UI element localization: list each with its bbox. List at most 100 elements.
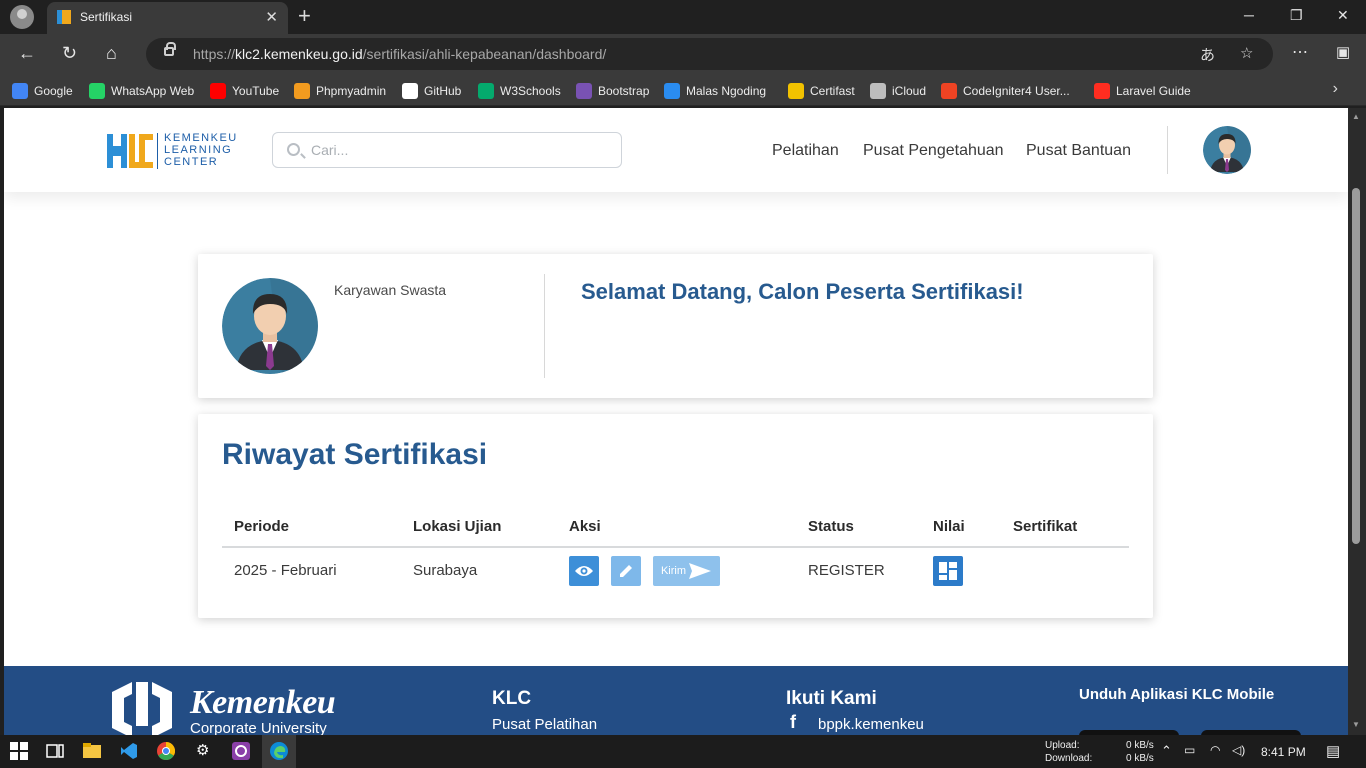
back-icon[interactable]: ←: [18, 42, 36, 64]
footer-app-title: Unduh Aplikasi KLC Mobile: [1079, 686, 1275, 703]
chevron-right-icon[interactable]: ›: [1333, 80, 1338, 98]
dashboard-icon: [939, 562, 957, 580]
site-header: KEMENKEU LEARNING CENTER Pelatihan Pusat…: [4, 108, 1348, 192]
scrollbar-thumb[interactable]: [1352, 188, 1360, 544]
footer-link-facebook[interactable]: bppk.kemenkeu: [818, 716, 924, 733]
footer-follow-title: Ikuti Kami: [786, 688, 877, 709]
bookmark-codeigniter[interactable]: CodeIgniter4 User...: [941, 82, 1070, 100]
klc-logo[interactable]: KEMENKEU LEARNING CENTER: [107, 130, 247, 172]
task-view-icon[interactable]: [46, 742, 64, 760]
bookmark-w3schools[interactable]: W3Schools: [478, 82, 561, 100]
bookmark-laravel[interactable]: Laravel Guide: [1094, 82, 1191, 100]
tray-chevron-up-icon[interactable]: ⌃: [1161, 743, 1172, 759]
klc-logo-icon: [107, 134, 153, 168]
scroll-down-icon[interactable]: ▼: [1352, 720, 1360, 729]
volume-icon[interactable]: ◁): [1232, 743, 1245, 757]
bookmark-google[interactable]: Google: [12, 82, 73, 100]
pencil-icon: [620, 565, 632, 577]
wifi-icon[interactable]: ◠: [1210, 743, 1220, 757]
address-bar[interactable]: https://klc2.kemenkeu.go.id/sertifikasi/…: [146, 38, 1273, 70]
bookmark-github[interactable]: GitHub: [402, 82, 461, 100]
new-tab-icon[interactable]: +: [298, 4, 311, 28]
favorite-star-icon[interactable]: ☆: [1240, 44, 1253, 62]
bookmark-label: WhatsApp Web: [111, 84, 195, 98]
close-tab-icon[interactable]: ✕: [265, 8, 278, 26]
taskbar-clock[interactable]: 8:41 PM: [1261, 745, 1306, 759]
sidebar-toggle-icon[interactable]: ▣: [1336, 42, 1350, 64]
upload-value: 0 kB/s: [1126, 740, 1154, 751]
minimize-icon[interactable]: ─: [1244, 7, 1254, 23]
column-status: Status: [808, 518, 854, 535]
footer-link-pusat-pelatihan[interactable]: Pusat Pelatihan: [492, 716, 597, 733]
whatsapp-icon: [89, 83, 105, 99]
search-input[interactable]: [311, 133, 611, 167]
edit-button[interactable]: [611, 556, 641, 586]
url-text[interactable]: https://klc2.kemenkeu.go.id/sertifikasi/…: [193, 46, 606, 62]
more-menu-icon[interactable]: ⋯: [1292, 42, 1308, 64]
tab-title: Sertifikasi: [80, 10, 133, 24]
user-avatar[interactable]: [1203, 126, 1251, 174]
notification-icon[interactable]: ▤: [1326, 742, 1340, 760]
profile-avatar: [222, 278, 318, 374]
welcome-heading: Selamat Datang, Calon Peserta Sertifikas…: [581, 279, 1024, 304]
settings-gear-icon[interactable]: ⚙: [196, 742, 214, 760]
github-icon: [402, 83, 418, 99]
file-explorer-icon[interactable]: [83, 742, 101, 760]
codeigniter-icon: [941, 83, 957, 99]
bookmark-malasngoding[interactable]: Malas Ngoding: [664, 82, 766, 100]
facebook-icon[interactable]: f: [790, 712, 796, 733]
kirim-button[interactable]: Kirim: [653, 556, 720, 586]
bookmark-phpmyadmin[interactable]: Phpmyadmin: [294, 82, 386, 100]
bookmark-label: YouTube: [232, 84, 280, 98]
logo-text: KEMENKEU LEARNING CENTER: [164, 132, 238, 168]
cell-lokasi: Surabaya: [413, 562, 478, 579]
lock-icon[interactable]: [164, 42, 176, 56]
nav-pusat-bantuan[interactable]: Pusat Bantuan: [1026, 142, 1131, 160]
chrome-icon[interactable]: [157, 742, 175, 760]
w3schools-icon: [478, 83, 494, 99]
windows-start-icon[interactable]: [10, 742, 28, 760]
footer-klc-title: KLC: [492, 688, 532, 709]
bookmark-certifast[interactable]: Certifast: [788, 82, 855, 100]
column-lokasi: Lokasi Ujian: [413, 518, 502, 535]
taskbar-active-edge[interactable]: [262, 735, 296, 768]
footer-brand: Kemenkeu: [190, 684, 336, 721]
scroll-up-icon[interactable]: ▲: [1352, 112, 1360, 121]
restore-icon[interactable]: ❐: [1290, 7, 1303, 24]
vscode-icon[interactable]: [120, 742, 138, 760]
laravel-icon: [1094, 83, 1110, 99]
table-header: Periode Lokasi Ujian Aksi Status Nilai S…: [222, 518, 1129, 548]
window-close-icon[interactable]: ✕: [1337, 7, 1349, 24]
kirim-label: Kirim: [660, 565, 687, 577]
nav-pelatihan[interactable]: Pelatihan: [772, 142, 839, 160]
kemenkeu-logo-icon: [112, 682, 172, 735]
search-box[interactable]: [272, 132, 622, 168]
nav-pusat-pengetahuan[interactable]: Pusat Pengetahuan: [863, 142, 1004, 160]
bookmark-bootstrap[interactable]: Bootstrap: [576, 82, 649, 100]
profile-card: Karyawan Swasta Selamat Datang, Calon Pe…: [198, 254, 1153, 398]
occupation-text: Karyawan Swasta: [334, 282, 447, 298]
column-periode: Periode: [234, 518, 290, 535]
upload-label: Upload:: [1045, 740, 1080, 751]
eye-icon: [575, 566, 593, 576]
page-scrollbar[interactable]: ▲ ▼: [1348, 108, 1366, 735]
footer-brand-sub: Corporate University: [190, 720, 327, 735]
search-icon: [287, 143, 300, 156]
battery-icon[interactable]: ▭: [1184, 743, 1195, 757]
view-button[interactable]: [569, 556, 599, 586]
bookmark-label: iCloud: [892, 84, 927, 98]
github-desktop-icon[interactable]: [232, 742, 250, 760]
page-viewport: KEMENKEU LEARNING CENTER Pelatihan Pusat…: [4, 108, 1348, 735]
reload-icon[interactable]: ↻: [62, 42, 77, 64]
bookmark-youtube[interactable]: YouTube: [210, 82, 279, 100]
browser-tab[interactable]: Sertifikasi ✕: [47, 2, 288, 34]
home-icon[interactable]: ⌂: [106, 42, 117, 64]
nilai-button[interactable]: [933, 556, 963, 586]
bookmark-label: Bootstrap: [598, 84, 650, 98]
bookmark-apple[interactable]: iCloud: [870, 82, 926, 100]
read-aloud-icon[interactable]: あ: [1200, 44, 1215, 65]
profile-icon[interactable]: [10, 5, 34, 29]
bookmark-whatsapp[interactable]: WhatsApp Web: [89, 82, 194, 100]
apple-icon: [870, 83, 886, 99]
phpmyadmin-icon: [294, 83, 310, 99]
